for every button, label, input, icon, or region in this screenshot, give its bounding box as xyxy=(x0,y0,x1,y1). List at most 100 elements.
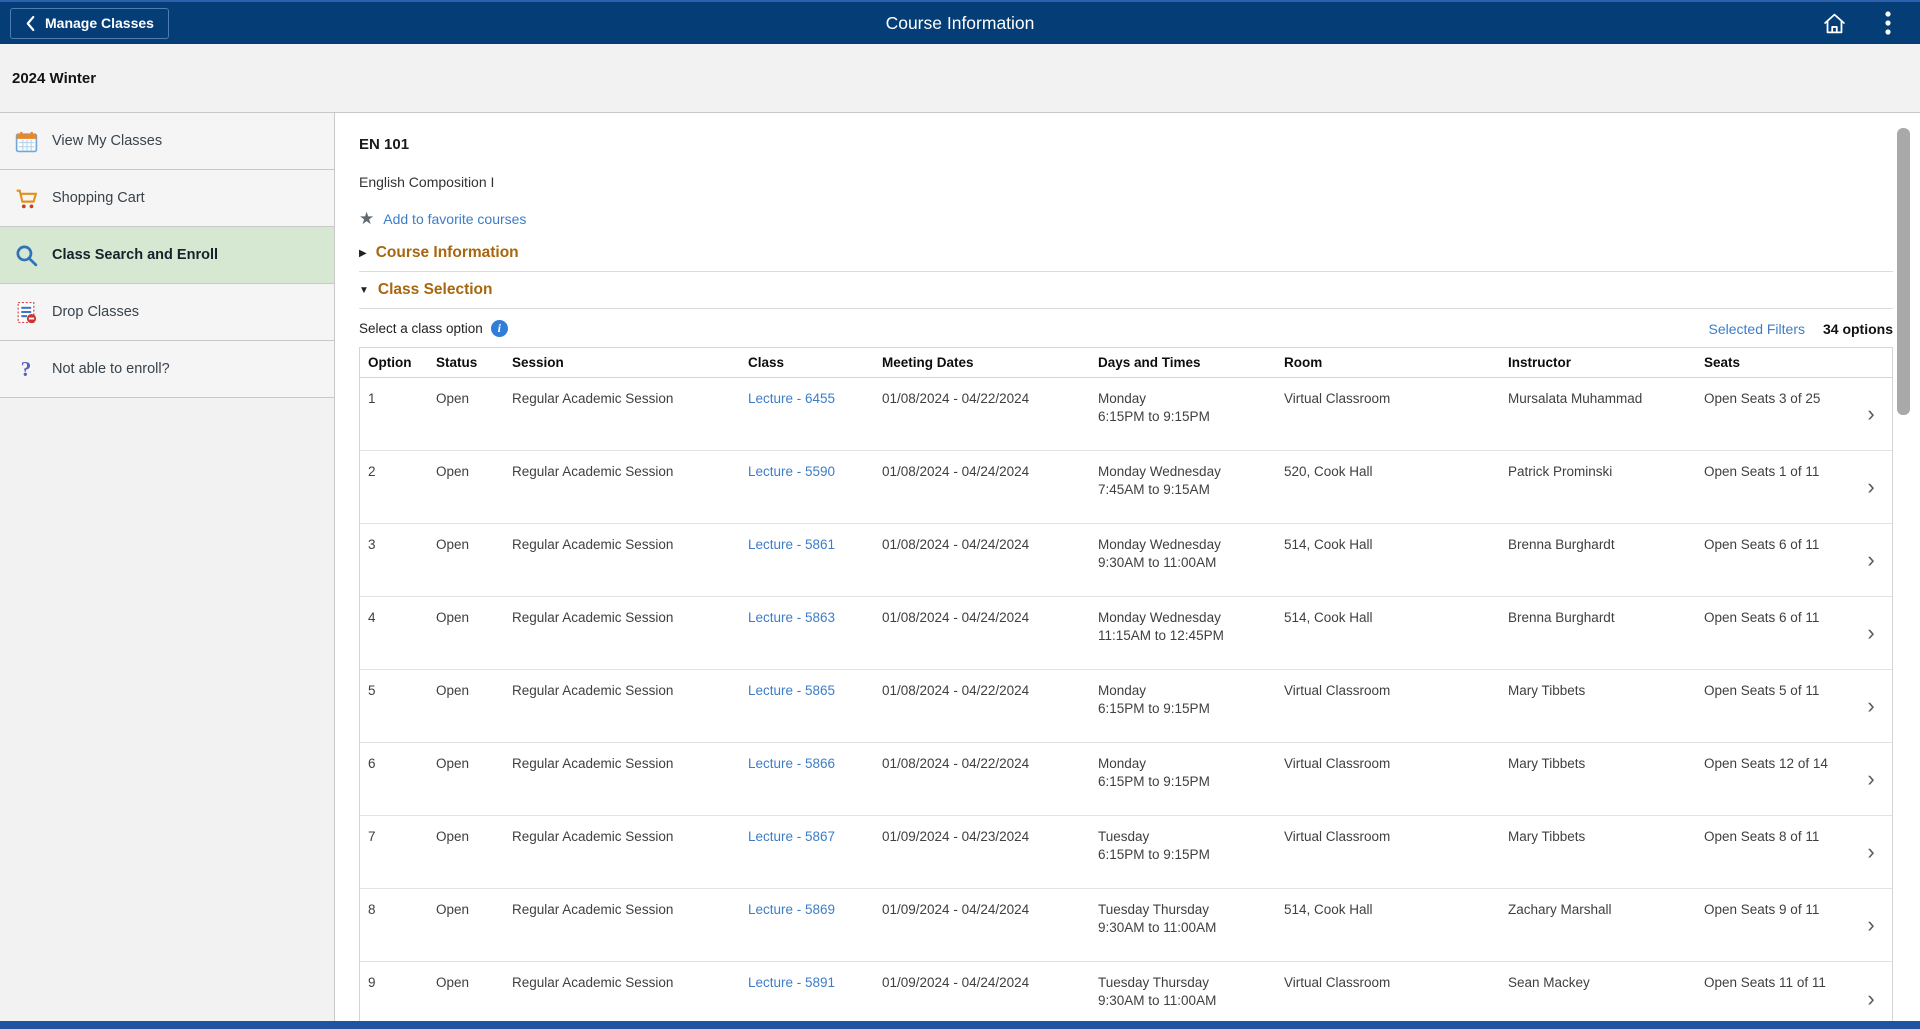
row-instructor: Sean Mackey xyxy=(1500,962,1696,1029)
row-instructor: Mary Tibbets xyxy=(1500,670,1696,742)
table-row[interactable]: 7 Open Regular Academic Session Lecture … xyxy=(360,816,1892,889)
table-row[interactable]: 4 Open Regular Academic Session Lecture … xyxy=(360,597,1892,670)
row-times: 7:45AM to 9:15AM xyxy=(1098,481,1276,499)
row-seats: Open Seats 9 of 11 xyxy=(1696,889,1850,961)
row-days: Monday xyxy=(1098,682,1276,700)
row-room: 514, Cook Hall xyxy=(1276,889,1500,961)
sidebar-item-shopping-cart[interactable]: Shopping Cart xyxy=(0,170,334,227)
class-options-table: Option Status Session Class Meeting Date… xyxy=(359,347,1893,1029)
table-row[interactable]: 9 Open Regular Academic Session Lecture … xyxy=(360,962,1892,1029)
footer-bar xyxy=(0,1021,1920,1029)
chevron-right-icon[interactable] xyxy=(1850,889,1892,961)
class-lecture-link[interactable]: Lecture - 5590 xyxy=(748,464,835,479)
options-count: 34 options xyxy=(1823,321,1893,337)
row-status: Open xyxy=(428,378,504,450)
row-option-number: 5 xyxy=(360,670,428,742)
course-title: English Composition I xyxy=(359,174,1893,190)
chevron-left-icon xyxy=(25,15,36,32)
row-days: Monday xyxy=(1098,390,1276,408)
row-option-number: 8 xyxy=(360,889,428,961)
row-days: Monday Wednesday xyxy=(1098,463,1276,481)
column-header-room: Room xyxy=(1276,355,1500,370)
chevron-right-icon[interactable] xyxy=(1850,378,1892,450)
chevron-right-icon[interactable] xyxy=(1850,451,1892,523)
select-class-option-label: Select a class option xyxy=(359,321,483,336)
row-room: 514, Cook Hall xyxy=(1276,524,1500,596)
row-times: 6:15PM to 9:15PM xyxy=(1098,846,1276,864)
class-lecture-link[interactable]: Lecture - 5869 xyxy=(748,902,835,917)
shopping-cart-icon xyxy=(13,185,39,211)
kebab-menu-icon[interactable] xyxy=(1874,9,1902,37)
row-session: Regular Academic Session xyxy=(504,962,740,1029)
chevron-right-icon[interactable] xyxy=(1850,743,1892,815)
row-status: Open xyxy=(428,962,504,1029)
class-lecture-link[interactable]: Lecture - 5866 xyxy=(748,756,835,771)
table-row[interactable]: 2 Open Regular Academic Session Lecture … xyxy=(360,451,1892,524)
row-session: Regular Academic Session xyxy=(504,597,740,669)
row-times: 9:30AM to 11:00AM xyxy=(1098,554,1276,572)
row-days-and-times: Tuesday 6:15PM to 9:15PM xyxy=(1090,816,1276,888)
column-header-seats: Seats xyxy=(1696,355,1850,370)
info-icon[interactable] xyxy=(491,320,508,337)
sidebar-item-not-able-to-enroll[interactable]: ? Not able to enroll? xyxy=(0,341,334,398)
row-meeting-dates: 01/08/2024 - 04/24/2024 xyxy=(874,524,1090,596)
selected-filters-link[interactable]: Selected Filters xyxy=(1709,321,1805,337)
row-instructor: Brenna Burghardt xyxy=(1500,524,1696,596)
class-lecture-link[interactable]: Lecture - 5867 xyxy=(748,829,835,844)
table-row[interactable]: 1 Open Regular Academic Session Lecture … xyxy=(360,378,1892,451)
row-instructor: Mary Tibbets xyxy=(1500,743,1696,815)
row-days-and-times: Monday 6:15PM to 9:15PM xyxy=(1090,378,1276,450)
section-label: Course Information xyxy=(376,244,519,262)
class-lecture-link[interactable]: Lecture - 5865 xyxy=(748,683,835,698)
class-selection-section-toggle[interactable]: Class Selection xyxy=(359,281,1893,299)
manage-classes-back-button[interactable]: Manage Classes xyxy=(10,8,169,39)
column-header-class: Class xyxy=(740,355,874,370)
sidebar-item-view-my-classes[interactable]: View My Classes xyxy=(0,113,334,170)
row-room: Virtual Classroom xyxy=(1276,962,1500,1029)
question-icon: ? xyxy=(13,356,39,382)
star-icon xyxy=(359,210,374,227)
row-days: Tuesday Thursday xyxy=(1098,974,1276,992)
row-instructor: Patrick Prominski xyxy=(1500,451,1696,523)
add-to-favorites-link[interactable]: Add to favorite courses xyxy=(383,211,526,227)
row-status: Open xyxy=(428,889,504,961)
chevron-right-icon[interactable] xyxy=(1850,670,1892,742)
row-session: Regular Academic Session xyxy=(504,451,740,523)
favorite-row: Add to favorite courses xyxy=(359,210,1893,227)
class-lecture-link[interactable]: Lecture - 5863 xyxy=(748,610,835,625)
scrollbar-thumb[interactable] xyxy=(1897,128,1910,415)
row-room: 520, Cook Hall xyxy=(1276,451,1500,523)
chevron-right-icon[interactable] xyxy=(1850,816,1892,888)
class-lecture-link[interactable]: Lecture - 5891 xyxy=(748,975,835,990)
column-header-session: Session xyxy=(504,355,740,370)
table-row[interactable]: 3 Open Regular Academic Session Lecture … xyxy=(360,524,1892,597)
row-option-number: 7 xyxy=(360,816,428,888)
row-meeting-dates: 01/09/2024 - 04/24/2024 xyxy=(874,889,1090,961)
table-row[interactable]: 5 Open Regular Academic Session Lecture … xyxy=(360,670,1892,743)
sidebar-item-label: Class Search and Enroll xyxy=(52,247,218,263)
row-seats: Open Seats 5 of 11 xyxy=(1696,670,1850,742)
chevron-right-icon[interactable] xyxy=(1850,962,1892,1029)
sidebar-item-class-search-and-enroll[interactable]: Class Search and Enroll xyxy=(0,227,334,284)
column-header-status: Status xyxy=(428,355,504,370)
row-seats: Open Seats 3 of 25 xyxy=(1696,378,1850,450)
table-row[interactable]: 6 Open Regular Academic Session Lecture … xyxy=(360,743,1892,816)
row-session: Regular Academic Session xyxy=(504,889,740,961)
home-icon[interactable] xyxy=(1820,9,1848,37)
row-days-and-times: Tuesday Thursday 9:30AM to 11:00AM xyxy=(1090,962,1276,1029)
row-instructor: Zachary Marshall xyxy=(1500,889,1696,961)
row-seats: Open Seats 1 of 11 xyxy=(1696,451,1850,523)
class-lecture-link[interactable]: Lecture - 5861 xyxy=(748,537,835,552)
chevron-right-icon[interactable] xyxy=(1850,597,1892,669)
course-information-section-toggle[interactable]: Course Information xyxy=(359,244,1893,262)
class-lecture-link[interactable]: Lecture - 6455 xyxy=(748,391,835,406)
chevron-right-icon[interactable] xyxy=(1850,524,1892,596)
row-meeting-dates: 01/08/2024 - 04/22/2024 xyxy=(874,670,1090,742)
sidebar-item-drop-classes[interactable]: Drop Classes xyxy=(0,284,334,341)
row-instructor: Mursalata Muhammad xyxy=(1500,378,1696,450)
row-times: 6:15PM to 9:15PM xyxy=(1098,773,1276,791)
top-bar: Manage Classes Course Information xyxy=(0,0,1920,44)
row-days-and-times: Monday Wednesday 9:30AM to 11:00AM xyxy=(1090,524,1276,596)
column-header-meeting-dates: Meeting Dates xyxy=(874,355,1090,370)
table-row[interactable]: 8 Open Regular Academic Session Lecture … xyxy=(360,889,1892,962)
